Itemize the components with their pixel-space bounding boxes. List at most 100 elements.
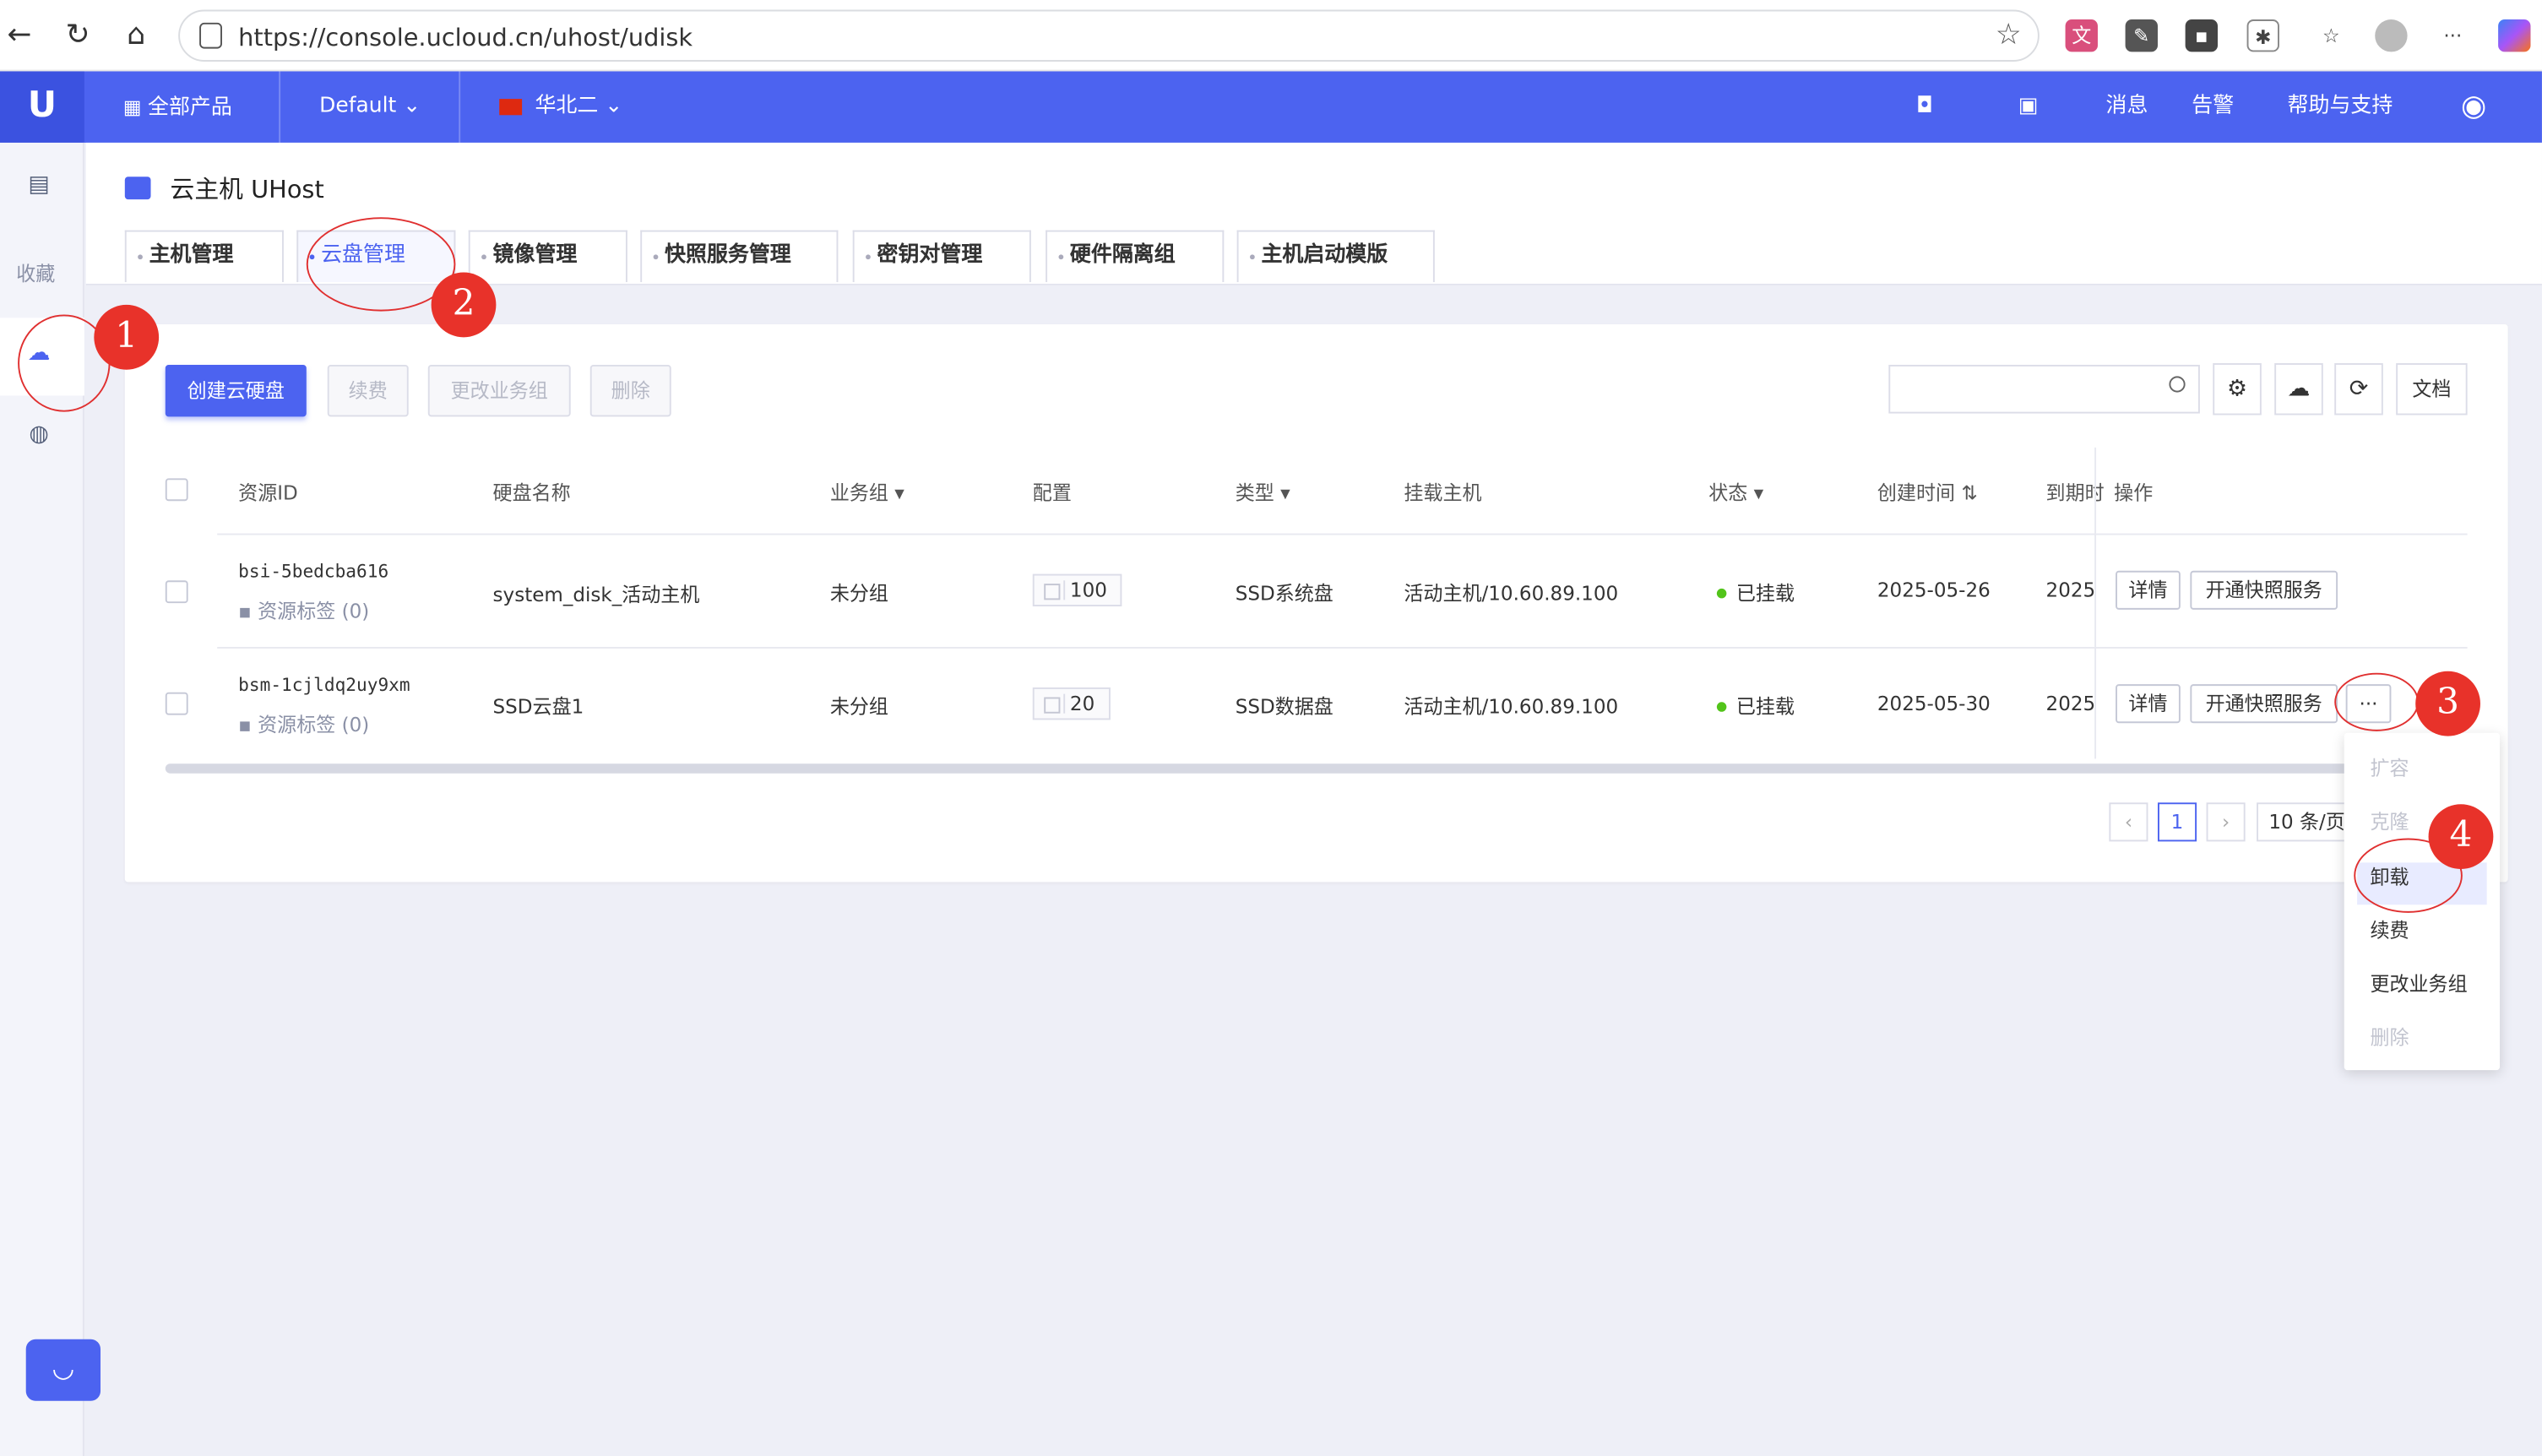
menu-item-delete[interactable]: 删除 <box>2370 1023 2409 1051</box>
col-config: 配置 <box>1032 481 1072 505</box>
menu-item-expand[interactable]: 扩容 <box>2370 754 2409 782</box>
chevron-down-icon: ⌄ <box>598 94 623 119</box>
chat-list-icon[interactable]: ▤ <box>23 169 55 201</box>
col-label: 状态 <box>1708 481 1748 505</box>
user-avatar-icon[interactable]: ◉ <box>2461 71 2486 142</box>
row-checkbox[interactable] <box>165 580 188 604</box>
puzzle-icon[interactable]: ✱ <box>2246 19 2279 52</box>
page-1-button[interactable]: 1 <box>2157 802 2197 842</box>
menu-item-renew[interactable]: 续费 <box>2370 916 2409 944</box>
settings-icon[interactable]: ⚙ <box>2213 363 2262 416</box>
col-status[interactable]: 状态 ▾ <box>1708 478 1763 506</box>
row-divider <box>217 647 2468 649</box>
messages-link[interactable]: 消息 <box>2106 71 2148 142</box>
tab-host-management[interactable]: 主机管理 <box>124 230 284 283</box>
disk-name: SSD云盘1 <box>492 695 584 719</box>
header-divider <box>217 533 2468 535</box>
annotation-number: 1 <box>94 304 160 370</box>
url-text[interactable]: https://console.ucloud.cn/uhost/udisk <box>238 23 693 52</box>
network-icon[interactable]: ◍ <box>23 418 55 450</box>
tab-keypair-management[interactable]: 密钥对管理 <box>852 230 1031 283</box>
project-selector[interactable]: Default ⌄ <box>319 71 421 142</box>
resource-tag[interactable]: ▪ 资源标签 (0) <box>238 710 369 738</box>
docs-button[interactable]: 文档 <box>2396 363 2468 416</box>
tab-label: 镜像管理 <box>492 242 578 268</box>
tab-image-management[interactable]: 镜像管理 <box>468 230 627 283</box>
terminal-ext-icon[interactable]: ▪ <box>2185 19 2219 52</box>
tag-label: 资源标签 (0) <box>258 600 370 623</box>
status-dot <box>1716 588 1727 599</box>
enable-snapshot-button[interactable]: 开通快照服务 <box>2190 570 2338 610</box>
col-disk-name: 硬盘名称 <box>492 481 571 505</box>
menu-item-clone[interactable]: 克隆 <box>2370 807 2409 835</box>
star-icon[interactable]: ☆ <box>1996 18 2022 52</box>
lock-icon <box>199 22 222 49</box>
address-bar[interactable]: https://console.ucloud.cn/uhost/udisk ☆ <box>178 9 2040 62</box>
mounted-host[interactable]: 活动主机/10.60.89.100 <box>1404 579 1618 606</box>
alerts-link[interactable]: 告警 <box>2192 71 2234 142</box>
tab-isolation-group[interactable]: 硬件隔离组 <box>1046 230 1225 283</box>
delete-button[interactable]: 删除 <box>589 364 671 417</box>
refresh-icon[interactable]: ⟳ <box>2334 363 2383 416</box>
create-disk-button[interactable]: 创建云硬盘 <box>165 364 307 417</box>
search-header-icon[interactable]: ◘ <box>1916 71 1933 142</box>
resource-id[interactable]: bsm-1cjldq2uy9xm <box>238 675 410 696</box>
filter-icon[interactable]: ▾ <box>1747 481 1764 504</box>
search-icon <box>2169 376 2186 393</box>
help-link[interactable]: 帮助与支持 <box>2288 71 2393 142</box>
header-divider <box>279 71 281 143</box>
prev-page-button[interactable]: ‹ <box>2109 802 2148 842</box>
china-flag-icon <box>499 98 523 115</box>
annotation-number: 4 <box>2428 804 2494 870</box>
change-group-button[interactable]: 更改业务组 <box>427 364 571 417</box>
favorites-label: 收藏 <box>16 263 56 285</box>
detail-button[interactable]: 详情 <box>2116 570 2181 610</box>
disk-type: SSD数据盘 <box>1235 695 1333 719</box>
tab-snapshot-management[interactable]: 快照服务管理 <box>640 230 839 283</box>
search-input[interactable] <box>1888 364 2200 414</box>
console-icon[interactable]: ▣ <box>2018 71 2039 142</box>
created-date: 2025-05-30 <box>1877 692 1991 715</box>
resource-id[interactable]: bsi-5bedcba616 <box>238 561 388 582</box>
tab-label: 硬件隔离组 <box>1069 242 1176 268</box>
mounted-host[interactable]: 活动主机/10.60.89.100 <box>1404 693 1618 720</box>
row-checkbox[interactable] <box>165 692 188 715</box>
menu-item-change-group[interactable]: 更改业务组 <box>2370 970 2467 997</box>
horizontal-scrollbar[interactable] <box>165 763 2484 774</box>
detail-button[interactable]: 详情 <box>2116 684 2181 724</box>
chat-support-icon[interactable]: ◡ <box>25 1339 101 1401</box>
col-label: 业务组 <box>829 481 888 505</box>
enable-snapshot-button[interactable]: 开通快照服务 <box>2190 684 2338 724</box>
region-selector[interactable]: 华北二 ⌄ <box>499 71 622 142</box>
sort-icon[interactable]: ⇅ <box>1955 481 1977 504</box>
home-icon[interactable]: ⌂ <box>117 16 155 55</box>
resource-tag[interactable]: ▪ 资源标签 (0) <box>238 596 369 624</box>
all-products-menu[interactable]: ▦ 全部产品 <box>123 71 232 142</box>
filter-icon[interactable]: ▾ <box>888 481 904 504</box>
ucloud-logo[interactable]: U <box>0 71 84 143</box>
annotation-number: 3 <box>2415 671 2480 736</box>
copilot-icon[interactable] <box>2498 19 2531 52</box>
reload-icon[interactable]: ↻ <box>58 16 97 55</box>
tab-launch-template[interactable]: 主机启动模版 <box>1236 230 1435 283</box>
filter-icon[interactable]: ▾ <box>1274 481 1290 504</box>
col-type[interactable]: 类型 ▾ <box>1236 478 1290 506</box>
bookmark-icon: ▪ <box>238 600 258 623</box>
select-all-checkbox[interactable] <box>165 478 188 502</box>
translate-ext-icon[interactable]: 文 <box>2065 19 2098 52</box>
back-icon[interactable]: ← <box>0 16 39 55</box>
disk-name: system_disk_活动主机 <box>492 584 700 607</box>
disk-type: SSD系统盘 <box>1235 582 1333 606</box>
col-created[interactable]: 创建时间 ⇅ <box>1877 478 1978 506</box>
next-page-button[interactable]: › <box>2206 802 2246 842</box>
renew-button[interactable]: 续费 <box>327 364 409 417</box>
page-size-select[interactable]: 10 条/页 <box>2257 802 2358 842</box>
app-header: U ▦ 全部产品 Default ⌄ 华北二 ⌄ ◘ ▣ 消息 告警 帮助与支持… <box>0 71 2542 143</box>
cloud-download-icon[interactable]: ☁ <box>2274 363 2323 416</box>
favorites-icon[interactable]: ☆ <box>2315 19 2348 52</box>
col-business-group[interactable]: 业务组 ▾ <box>830 478 904 506</box>
note-ext-icon[interactable]: ✎ <box>2125 19 2158 52</box>
profile-icon[interactable] <box>2375 19 2408 52</box>
more-menu-icon[interactable]: ··· <box>2436 19 2469 52</box>
page-title: 云主机 UHost <box>170 175 324 204</box>
